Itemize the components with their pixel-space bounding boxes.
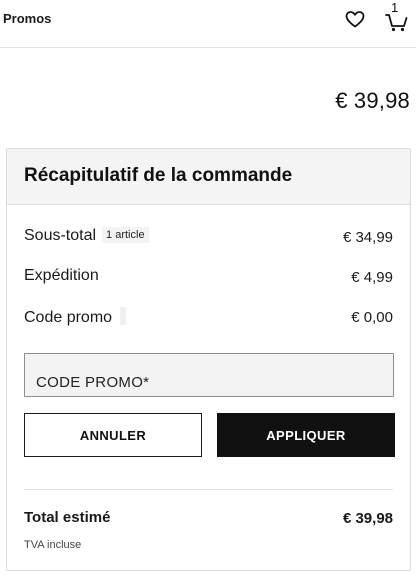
order-summary-panel: Récapitulatif de la commande Sous-total 1… <box>6 148 411 571</box>
subtotal-row: Sous-total 1 article € 34,99 <box>24 227 393 249</box>
shipping-label: Expédition <box>24 267 99 284</box>
divider <box>24 489 393 490</box>
subtotal-label: Sous-total <box>24 227 97 244</box>
order-summary-title: Récapitulatif de la commande <box>24 165 293 186</box>
shipping-row: Expédition € 4,99 <box>24 267 393 289</box>
estimated-total-row: Total estimé € 39,98 <box>24 509 393 531</box>
wishlist-heart-icon[interactable] <box>344 9 366 29</box>
apply-button[interactable]: APPLIQUER <box>217 413 395 457</box>
shipping-value: € 4,99 <box>351 269 393 286</box>
cancel-button[interactable]: ANNULER <box>24 413 202 457</box>
estimated-total-label: Total estimé <box>24 509 111 526</box>
promo-code-row: Code promo € 0,00 <box>24 307 393 329</box>
estimated-total-value: € 39,98 <box>342 510 393 527</box>
promo-code-value: € 0,00 <box>351 309 393 326</box>
order-summary-header: Récapitulatif de la commande <box>7 149 410 205</box>
cart-count-badge: 1 <box>391 0 399 15</box>
promo-code-chip <box>120 307 127 325</box>
top-nav-bar: Promos 1 <box>0 0 416 48</box>
header-order-total: € 39,98 <box>335 88 410 113</box>
page-title: Promos <box>3 11 52 26</box>
promo-code-label: Code promo <box>24 309 113 326</box>
item-count-badge: 1 article <box>102 227 149 243</box>
subtotal-value: € 34,99 <box>342 229 393 246</box>
promo-code-input[interactable] <box>24 353 394 397</box>
tax-note: TVA incluse <box>24 539 82 551</box>
